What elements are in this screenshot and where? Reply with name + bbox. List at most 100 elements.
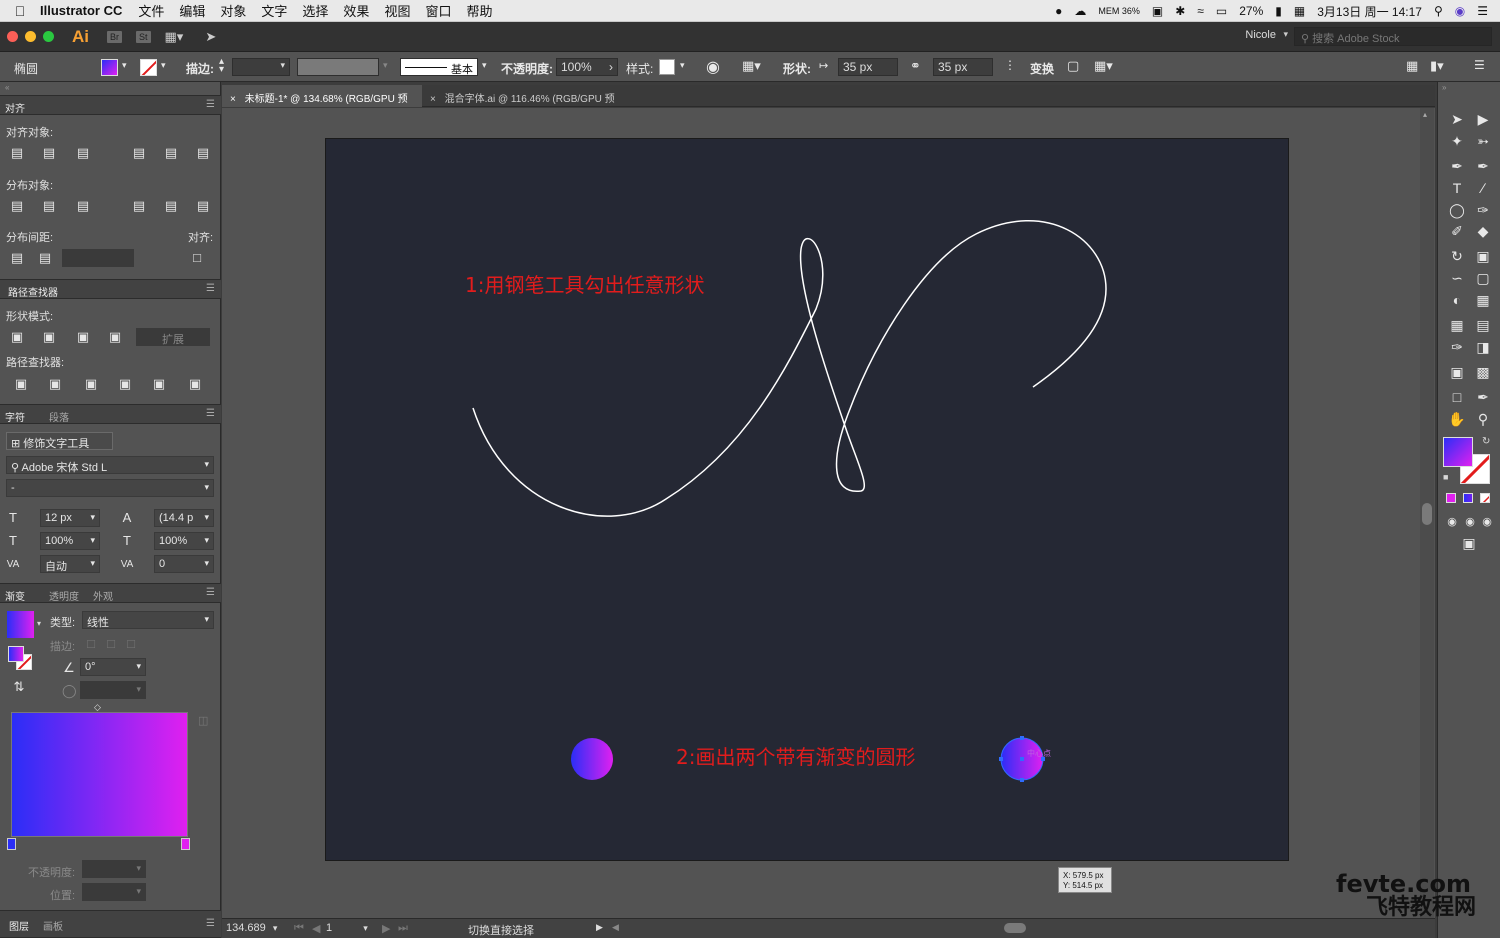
lasso-tool-icon[interactable]: ➳ bbox=[1474, 132, 1492, 150]
color-mode-icon[interactable] bbox=[1446, 493, 1456, 503]
kerning-field[interactable]: 自动 ▾ bbox=[40, 555, 100, 573]
clock[interactable]: 3月13日 周一 14:17 bbox=[1317, 3, 1422, 20]
status-menu-icon[interactable]: ▶ bbox=[596, 922, 603, 933]
ellipse-tool-icon[interactable]: ◯ bbox=[1448, 201, 1466, 219]
minus-front-icon[interactable]: ▣ bbox=[42, 330, 56, 343]
divide-icon[interactable]: ▣ bbox=[14, 377, 28, 390]
horizontal-scroll-thumb[interactable] bbox=[1004, 923, 1026, 933]
zoom-window-button[interactable] bbox=[43, 31, 54, 42]
shape-height-field[interactable]: 35 px bbox=[933, 58, 993, 76]
gradient-slider-preview[interactable] bbox=[11, 712, 188, 837]
menu-view[interactable]: 视图 bbox=[384, 1, 410, 20]
rotate-tool-icon[interactable]: ↻ bbox=[1448, 247, 1466, 265]
horizontal-distribute-space-icon[interactable]: ▤ bbox=[38, 251, 52, 264]
fill-color-swatch[interactable] bbox=[1443, 437, 1473, 467]
shape-builder-tool-icon[interactable]: ◐ bbox=[1448, 291, 1466, 309]
align-panel-menu-icon[interactable]: ☰ bbox=[206, 99, 215, 110]
expand-button[interactable]: 扩展 bbox=[136, 328, 210, 346]
gradient-angle-field[interactable]: 0° ▾ bbox=[80, 658, 146, 676]
wifi-icon[interactable]: ≈ bbox=[1197, 4, 1204, 18]
scale-tool-icon[interactable]: ▣ bbox=[1474, 247, 1492, 265]
paintbrush-tool-icon[interactable]: ✑ bbox=[1474, 201, 1492, 219]
align-panel-title[interactable]: 对齐 bbox=[5, 100, 25, 115]
more-shape-options-icon[interactable]: ⋮ bbox=[1004, 58, 1016, 72]
draw-behind-icon[interactable]: ◉ bbox=[1461, 513, 1479, 531]
type-tool-icon[interactable]: T bbox=[1448, 179, 1466, 197]
selection-tool-icon[interactable]: ➤ bbox=[1448, 110, 1466, 128]
current-tool-status[interactable]: 切换直接选择 bbox=[468, 922, 534, 938]
canvas-area[interactable]: 1:用钢笔工具勾出任意形状 2:画出两个带有渐变的圆形 中心点 X: 579.5… bbox=[222, 108, 1435, 918]
width-tool-icon[interactable]: ∽ bbox=[1448, 269, 1466, 287]
magic-wand-tool-icon[interactable]: ✦ bbox=[1448, 132, 1466, 150]
gradient-type-select[interactable]: 线性 ▾ bbox=[82, 611, 214, 629]
none-mode-icon[interactable] bbox=[1480, 493, 1490, 503]
display-icon[interactable]: ▣ bbox=[1152, 4, 1163, 18]
transparency-tab[interactable]: 透明度 bbox=[49, 588, 79, 603]
distribute-top-icon[interactable]: ▤ bbox=[10, 199, 24, 212]
shape-width-field[interactable]: 35 px bbox=[838, 58, 898, 76]
apple-icon[interactable]:  bbox=[0, 3, 40, 19]
scroll-left-icon[interactable]: ◀ bbox=[612, 922, 619, 933]
siri-icon[interactable]: ◉ bbox=[1455, 4, 1465, 18]
font-style-field[interactable]: - ▾ bbox=[6, 479, 214, 497]
collapse-dock-icon[interactable]: « bbox=[5, 83, 9, 92]
distribute-spacing-field[interactable] bbox=[62, 249, 134, 267]
vertical-scrollbar[interactable]: ▴ bbox=[1420, 108, 1434, 918]
delete-stop-icon[interactable]: ◫ bbox=[198, 714, 208, 727]
direct-selection-tool-icon[interactable]: ▶ bbox=[1474, 110, 1492, 128]
align-options-icon[interactable]: ▦▾ bbox=[742, 58, 761, 74]
panel-options-icon[interactable]: ▮▾ bbox=[1430, 58, 1444, 74]
bridge-button[interactable]: Br bbox=[107, 30, 122, 43]
menu-window[interactable]: 窗口 bbox=[425, 1, 451, 20]
gradient-fill-swatch[interactable] bbox=[8, 646, 24, 662]
graphic-style-swatch[interactable] bbox=[659, 59, 675, 75]
stroke-dropdown-icon[interactable]: ▾ bbox=[161, 60, 166, 71]
brush-definition[interactable]: 基本 bbox=[400, 58, 478, 76]
default-fill-stroke-icon[interactable]: ■ bbox=[1443, 472, 1448, 482]
stock-search-input[interactable]: ⚲ 搜索 Adobe Stock bbox=[1294, 27, 1492, 46]
align-vertical-center-icon[interactable]: ▤ bbox=[164, 146, 178, 159]
outline-icon[interactable]: ▣ bbox=[152, 377, 166, 390]
trim-icon[interactable]: ▣ bbox=[48, 377, 62, 390]
notification-center-icon[interactable]: ☰ bbox=[1477, 4, 1488, 18]
document-tab-untitled[interactable]: × 未标题-1* @ 134.68% (RGB/GPU 预览) bbox=[222, 85, 422, 120]
touch-type-tool-button[interactable]: ⊞ 修饰文字工具 bbox=[6, 432, 113, 450]
battery-icon[interactable]: ▮ bbox=[1275, 4, 1282, 18]
menu-object[interactable]: 对象 bbox=[220, 1, 246, 20]
menu-edit[interactable]: 编辑 bbox=[179, 1, 205, 20]
align-bottom-icon[interactable]: ▤ bbox=[196, 146, 210, 159]
stroke-gradient-along-icon[interactable]: □ bbox=[104, 637, 118, 650]
pathfinder-panel-header[interactable]: 路径查找器 ☰ bbox=[0, 279, 221, 299]
collapse-tools-icon[interactable]: » bbox=[1442, 83, 1446, 92]
pathfinder-panel-title[interactable]: 路径查找器 bbox=[8, 284, 58, 299]
stroke-swatch[interactable] bbox=[140, 59, 157, 76]
gradient-tab[interactable]: 渐变 bbox=[5, 588, 25, 603]
align-horizontal-center-icon[interactable]: ▤ bbox=[42, 146, 56, 159]
menu-type[interactable]: 文字 bbox=[261, 1, 287, 20]
merge-icon[interactable]: ▣ bbox=[84, 377, 98, 390]
change-screen-mode-icon[interactable]: ▣ bbox=[1460, 534, 1478, 552]
arrange-panels-icon[interactable]: ▦ bbox=[1406, 58, 1418, 74]
layers-panel-menu-icon[interactable]: ☰ bbox=[206, 918, 215, 929]
fill-stroke-proxy[interactable] bbox=[8, 646, 33, 671]
eraser-tool-icon[interactable]: ◆ bbox=[1474, 222, 1492, 240]
align-panel-header[interactable]: 对齐 ☰ bbox=[0, 95, 221, 115]
zoom-tool-icon[interactable]: ⚲ bbox=[1474, 410, 1492, 428]
gradient-aspect-ratio-field[interactable]: ▾ bbox=[80, 681, 146, 699]
variable-width-dropdown-icon[interactable]: ▾ bbox=[383, 60, 388, 71]
recolor-artwork-icon[interactable]: ◉ bbox=[706, 57, 720, 77]
qq-icon[interactable]: ● bbox=[1055, 4, 1062, 18]
anchor-point-left[interactable] bbox=[999, 757, 1003, 761]
blend-tool-icon[interactable]: ◨ bbox=[1474, 338, 1492, 356]
menu-file[interactable]: 文件 bbox=[138, 1, 164, 20]
symbol-sprayer-tool-icon[interactable]: ▣ bbox=[1448, 363, 1466, 381]
control-panel-menu-icon[interactable]: ☰ bbox=[1474, 58, 1485, 72]
artboard-number-field[interactable]: 1 ▾ bbox=[326, 922, 376, 934]
paragraph-tab[interactable]: 段落 bbox=[49, 409, 69, 424]
exclude-icon[interactable]: ▣ bbox=[108, 330, 122, 343]
shaper-tool-icon[interactable]: ✐ bbox=[1448, 222, 1466, 240]
gradient-thumbnail-dropdown-icon[interactable]: ▾ bbox=[37, 619, 41, 628]
free-transform-tool-icon[interactable]: ▢ bbox=[1474, 269, 1492, 287]
gradient-thumbnail[interactable] bbox=[7, 611, 34, 638]
user-account-chevron-icon[interactable]: ▾ bbox=[1283, 29, 1288, 40]
